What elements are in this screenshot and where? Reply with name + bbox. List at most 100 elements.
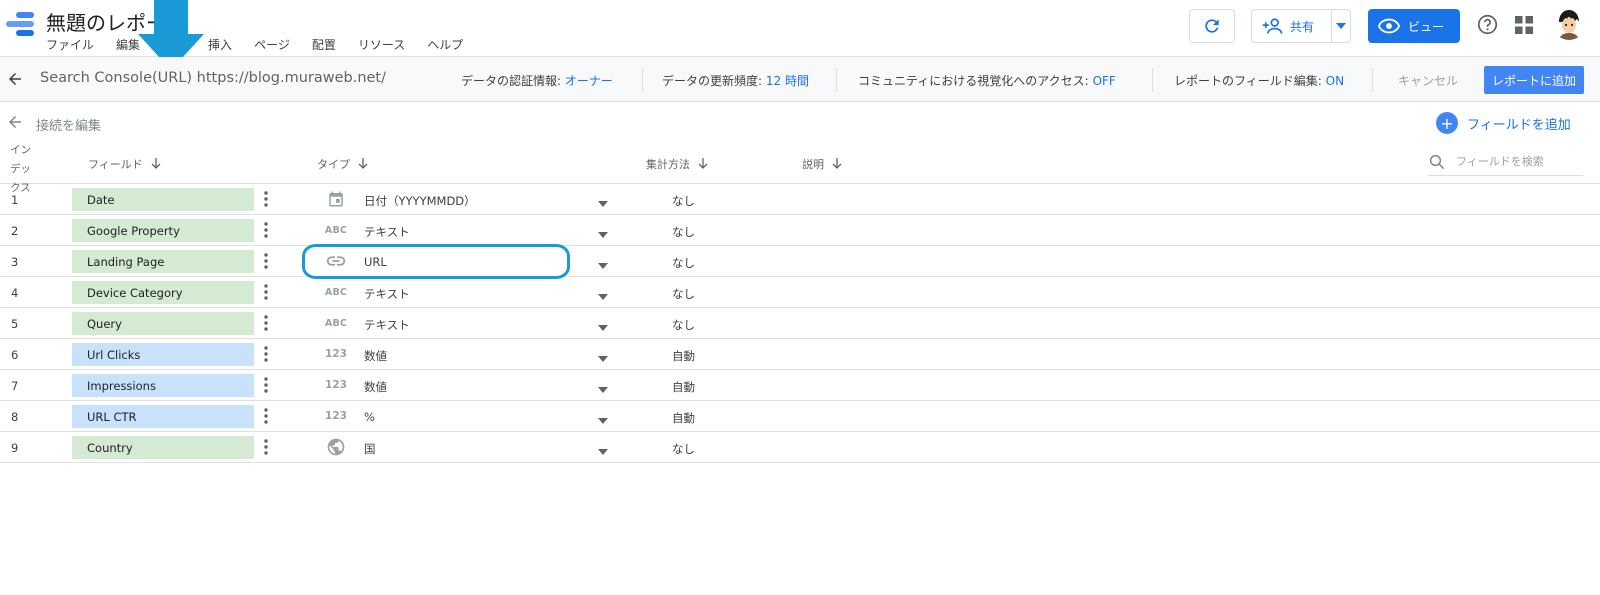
view-button[interactable]: ビュー [1368, 9, 1460, 43]
caret-down-icon[interactable] [598, 444, 608, 458]
sort-arrow-icon [832, 158, 842, 169]
field-type-value[interactable]: テキスト [364, 224, 410, 240]
cancel-button[interactable]: キャンセル [1398, 72, 1458, 89]
more-vert-icon[interactable] [264, 191, 268, 210]
refresh-button[interactable] [1189, 9, 1235, 43]
avatar[interactable] [1553, 8, 1585, 40]
menu-insert[interactable]: 挿入 [208, 36, 232, 53]
caret-down-icon[interactable] [598, 382, 608, 396]
more-vert-icon[interactable] [264, 253, 268, 272]
abc-text-icon: ABC [324, 317, 348, 329]
caret-down-icon[interactable] [598, 196, 608, 210]
caret-down-icon[interactable] [598, 227, 608, 241]
sort-arrow-icon [358, 158, 368, 169]
menu-arrange[interactable]: 配置 [312, 36, 336, 53]
header-field[interactable]: フィールド [88, 156, 161, 172]
plus-icon: + [1436, 112, 1458, 134]
aggregation-value[interactable]: 自動 [672, 410, 695, 426]
more-vert-icon[interactable] [264, 222, 268, 241]
table-row: 3 Landing Page URL なし [0, 246, 1600, 277]
more-vert-icon[interactable] [264, 346, 268, 365]
back-arrow-icon[interactable] [6, 70, 24, 88]
field-name-chip[interactable]: Impressions [72, 374, 254, 397]
field-search-input[interactable] [1456, 155, 1576, 168]
field-type-value[interactable]: 数値 [364, 348, 387, 364]
freshness-label: データの更新頻度: [662, 74, 763, 88]
field-name-chip[interactable]: Device Category [72, 281, 254, 304]
field-type-value[interactable]: 国 [364, 441, 376, 457]
more-vert-icon[interactable] [264, 408, 268, 427]
caret-down-icon[interactable] [598, 258, 608, 272]
eye-icon [1378, 18, 1400, 34]
field-name-chip[interactable]: Country [72, 436, 254, 459]
header-aggregation[interactable]: 集計方法 [646, 156, 708, 172]
number-icon: 123 [325, 348, 347, 360]
refresh-icon [1205, 19, 1219, 33]
aggregation-value[interactable]: なし [672, 317, 695, 333]
aggregation-value[interactable]: 自動 [672, 379, 695, 395]
caret-down-icon[interactable] [598, 320, 608, 334]
add-to-report-button[interactable]: レポートに追加 [1484, 66, 1584, 94]
field-name-chip[interactable]: Url Clicks [72, 343, 254, 366]
datasource-bar: Search Console(URL) https://blog.muraweb… [0, 57, 1600, 102]
app-bar: 無題のレポート ファイル 編集 表示 挿入 ページ 配置 リソース ヘルプ 共有 [0, 0, 1600, 57]
freshness-setting[interactable]: データの更新頻度: 12 時間 [662, 72, 809, 89]
apps-grid-icon[interactable] [1515, 16, 1533, 34]
more-vert-icon[interactable] [264, 315, 268, 334]
aggregation-value[interactable]: 自動 [672, 348, 695, 364]
table-row: 2 Google Property ABC テキスト なし [0, 215, 1600, 246]
header-type[interactable]: タイプ [317, 156, 368, 172]
community-value[interactable]: OFF [1093, 74, 1116, 88]
abc-text-icon: ABC [324, 224, 348, 236]
credentials-setting[interactable]: データの認証情報: オーナー [461, 72, 613, 89]
more-vert-icon[interactable] [264, 377, 268, 396]
field-edit-setting[interactable]: レポートのフィールド編集: ON [1174, 72, 1344, 89]
help-icon[interactable] [1477, 14, 1498, 35]
menu-page[interactable]: ページ [254, 36, 290, 53]
field-name-chip[interactable]: Landing Page [72, 250, 254, 273]
field-type-value[interactable]: テキスト [364, 286, 410, 302]
share-dropdown[interactable] [1332, 23, 1350, 29]
header-description[interactable]: 説明 [802, 156, 842, 172]
more-vert-icon[interactable] [264, 284, 268, 303]
row-index: 3 [11, 255, 19, 269]
credentials-value[interactable]: オーナー [565, 74, 613, 88]
field-type-value[interactable]: % [364, 410, 375, 424]
aggregation-value[interactable]: なし [672, 224, 695, 240]
field-type-value[interactable]: テキスト [364, 317, 410, 333]
aggregation-value[interactable]: なし [672, 193, 695, 209]
field-name-chip[interactable]: Query [72, 312, 254, 335]
aggregation-value[interactable]: なし [672, 286, 695, 302]
field-type-value[interactable]: 数値 [364, 379, 387, 395]
table-row: 9 Country 国 なし [0, 432, 1600, 463]
header-type-label: タイプ [317, 158, 350, 171]
field-type-value[interactable]: 日付（YYYYMMDD） [364, 193, 476, 209]
add-field-button[interactable]: + フィールドを追加 [1436, 112, 1571, 134]
data-studio-logo [6, 10, 34, 38]
aggregation-value[interactable]: なし [672, 255, 695, 271]
sort-arrow-icon [698, 158, 708, 169]
community-access-setting[interactable]: コミュニティにおける視覚化へのアクセス: OFF [858, 72, 1116, 89]
back-arrow-icon[interactable] [6, 113, 24, 131]
menu-file[interactable]: ファイル [46, 36, 94, 53]
caret-down-icon[interactable] [598, 413, 608, 427]
share-label: 共有 [1290, 19, 1315, 34]
menu-help[interactable]: ヘルプ [427, 36, 463, 53]
share-button[interactable]: 共有 [1251, 9, 1351, 43]
field-edit-value[interactable]: ON [1326, 74, 1344, 88]
freshness-value[interactable]: 12 時間 [766, 74, 809, 88]
more-vert-icon[interactable] [264, 439, 268, 458]
table-row: 5 Query ABC テキスト なし [0, 308, 1600, 339]
field-name-chip[interactable]: Google Property [72, 219, 254, 242]
menu-resource[interactable]: リソース [358, 36, 405, 53]
share-main[interactable]: 共有 [1252, 10, 1332, 42]
community-label: コミュニティにおける視覚化へのアクセス: [858, 74, 1089, 88]
caret-down-icon[interactable] [598, 351, 608, 365]
aggregation-value[interactable]: なし [672, 441, 695, 457]
header-description-label: 説明 [802, 158, 824, 171]
menu-edit[interactable]: 編集 [116, 36, 140, 53]
edit-connection-link[interactable]: 接続を編集 [36, 115, 101, 134]
field-name-chip[interactable]: URL CTR [72, 405, 254, 428]
caret-down-icon[interactable] [598, 289, 608, 303]
field-name-chip[interactable]: Date [72, 188, 254, 211]
